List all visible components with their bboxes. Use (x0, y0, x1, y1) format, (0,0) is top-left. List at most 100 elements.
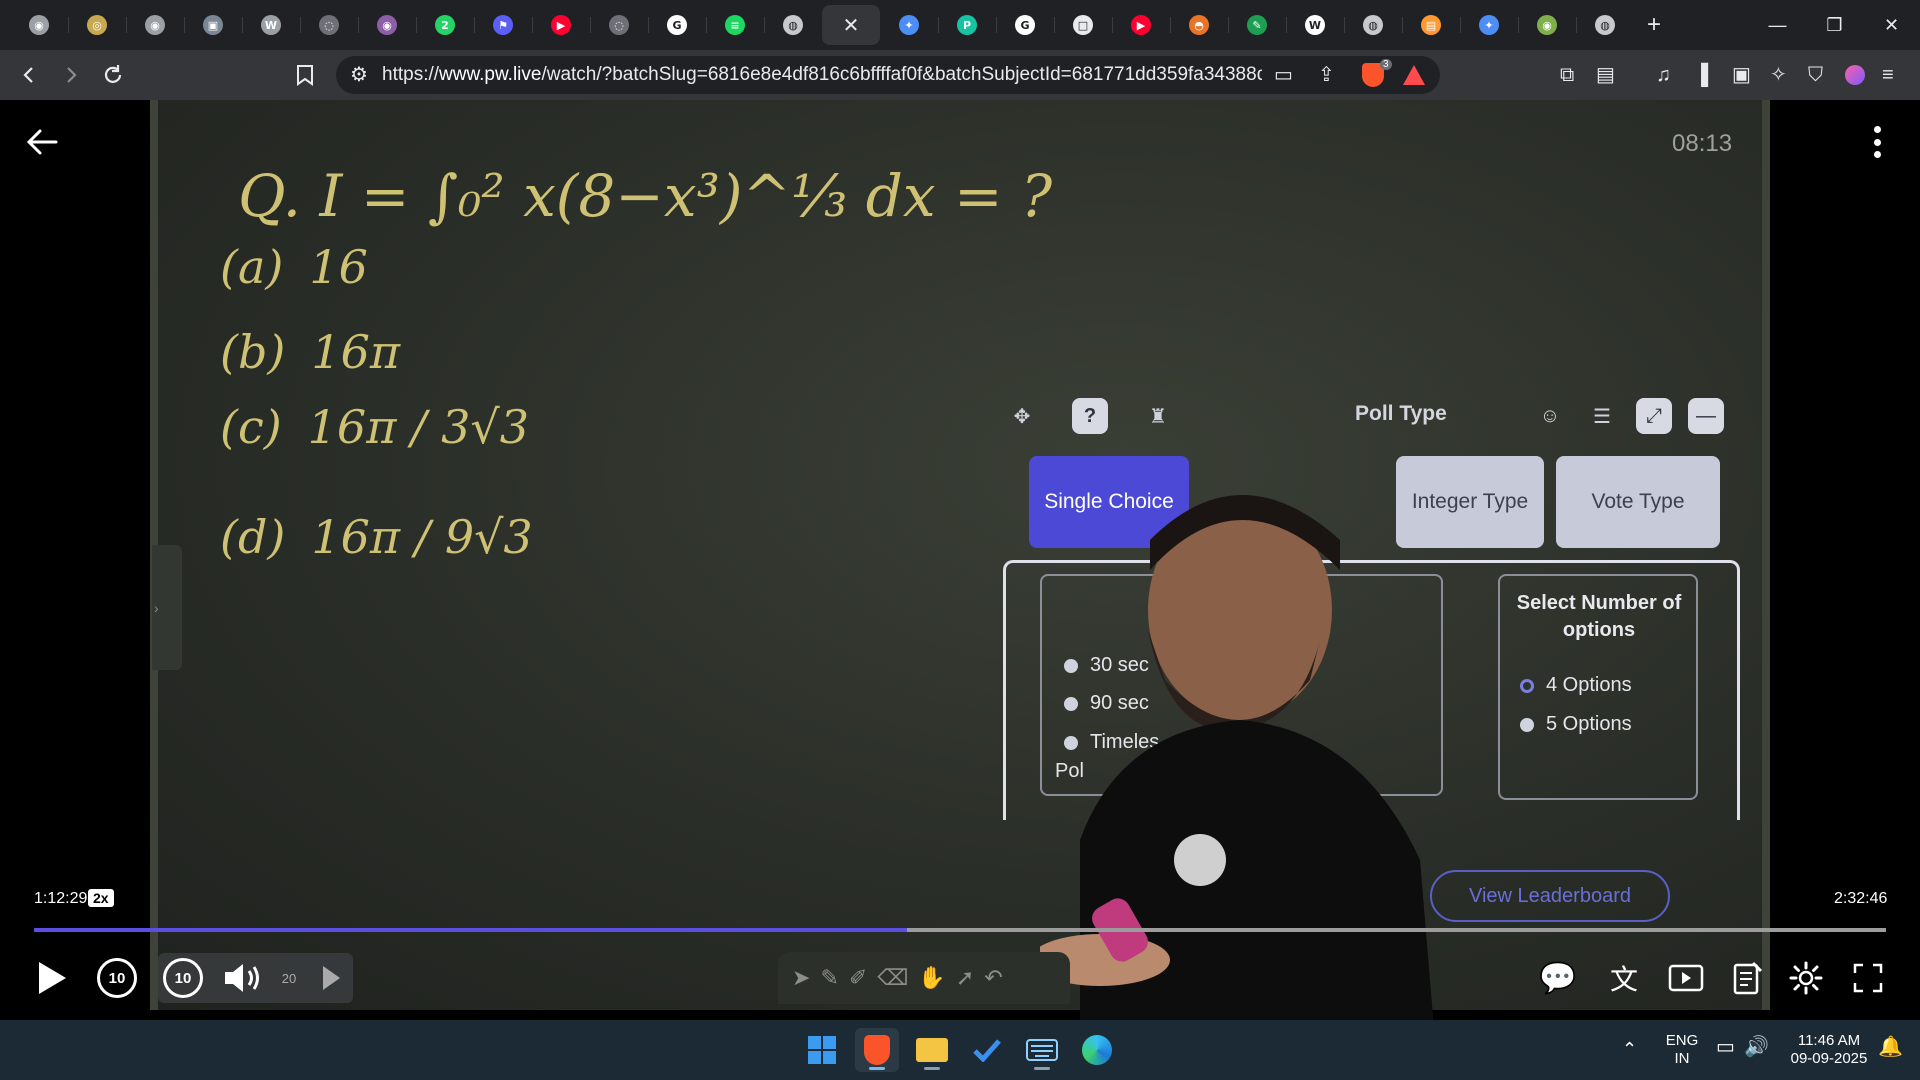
forward-10-button[interactable]: 10 (160, 955, 206, 1001)
tab-app-7[interactable]: ◉ (358, 5, 416, 45)
tab-app-22[interactable]: ✎ (1228, 5, 1286, 45)
vpn-icon[interactable]: ⛉ (1808, 62, 1823, 88)
question-icon[interactable]: ? (1072, 398, 1108, 434)
chat-icon[interactable]: ☰ (1584, 398, 1620, 434)
poll-type-vote[interactable]: Vote Type (1556, 456, 1720, 548)
move-icon[interactable]: ✥ (1004, 398, 1040, 434)
language-indicator[interactable]: ENG IN (1662, 1032, 1702, 1068)
cast-icon[interactable]: ▭ (1274, 62, 1293, 88)
select-number-title: Select Number of options (1516, 592, 1682, 641)
tab-app-27[interactable]: ◉ (1518, 5, 1576, 45)
folder-icon (916, 1038, 948, 1062)
minimize-button[interactable]: — (1749, 0, 1806, 50)
tab-globe-1[interactable]: ◍ (764, 5, 822, 45)
reload-button[interactable] (94, 56, 132, 94)
poll-timer: 08:13 (1672, 130, 1733, 157)
expand-icon[interactable]: ⤢ (1636, 398, 1672, 434)
tab-spotify[interactable]: ≡ (706, 5, 764, 45)
media-icon[interactable]: ♫ (1656, 62, 1671, 88)
volume-tray-icon[interactable]: 🔊 (1744, 1037, 1769, 1057)
back-button[interactable] (10, 56, 48, 94)
wallet-icon[interactable]: ▣ (1732, 62, 1751, 88)
notes-button[interactable] (1728, 955, 1768, 1001)
tab-gemini-1[interactable]: ✦ (880, 5, 938, 45)
tab-india[interactable]: ▤ (1402, 5, 1460, 45)
restore-button[interactable]: ❐ (1806, 0, 1863, 50)
fullscreen-button[interactable] (1848, 955, 1888, 1001)
forward-button[interactable] (52, 56, 90, 94)
number-option-5[interactable]: 5 Options (1520, 713, 1632, 736)
menu-icon[interactable]: ≡ (1882, 62, 1894, 88)
tab-app-17[interactable]: P (938, 5, 996, 45)
new-tab-button[interactable]: + (1634, 11, 1674, 39)
taskbar-todo[interactable] (965, 1028, 1009, 1072)
seek-bar[interactable] (34, 928, 1886, 932)
tab-wikipedia[interactable]: W (1286, 5, 1344, 45)
tab-whatsapp[interactable]: 2 (416, 5, 474, 45)
tab-w3schools[interactable]: W (242, 5, 300, 45)
captions-button[interactable]: 20 (274, 955, 304, 1001)
feedback-icon[interactable]: ☺ (1532, 398, 1568, 434)
network-icon[interactable]: ▭ (1716, 1037, 1735, 1057)
brave-rewards-icon[interactable] (1403, 65, 1425, 85)
notification-bell-icon[interactable]: 🔔 (1878, 1037, 1903, 1057)
tab-app-11[interactable]: ◌ (590, 5, 648, 45)
minimize-poll-icon[interactable]: — (1688, 398, 1724, 434)
chatgpt-favicon-icon: ◉ (29, 15, 49, 35)
tab-globe-3[interactable]: ◍ (1576, 5, 1634, 45)
tab-google-2[interactable]: G (996, 5, 1054, 45)
taskbar-file-explorer[interactable] (910, 1028, 954, 1072)
tab-app-6[interactable]: ◌ (300, 5, 358, 45)
tab-youtube-2[interactable]: ▶ (1112, 5, 1170, 45)
tab-youtube-1[interactable]: ▶ (532, 5, 590, 45)
reader-icon[interactable]: ▤ (1596, 62, 1615, 88)
tab-chatgpt[interactable]: ◉ (10, 5, 68, 45)
clock[interactable]: 11:46 AM 09-09-2025 (1784, 1032, 1874, 1068)
pen-icon: ✎ (820, 965, 839, 990)
share-icon[interactable]: ⇪ (1318, 62, 1335, 88)
chat-button[interactable]: 💬 (1538, 955, 1578, 1001)
play-button[interactable] (32, 955, 72, 1001)
speed-badge[interactable]: 2x (88, 889, 114, 907)
url-text[interactable]: https://www.pw.live/watch/?batchSlug=681… (382, 56, 1262, 94)
profile-avatar[interactable] (1845, 65, 1865, 85)
video-player[interactable]: › Q. I = ∫₀² x(8−x³)^⅓ dx = ? (a) 16 (b) 16… (0, 100, 1920, 1020)
more-options-icon[interactable] (1864, 122, 1890, 162)
settings-button[interactable] (1786, 955, 1826, 1001)
extensions-icon[interactable]: ⧉ (1560, 62, 1574, 88)
start-button[interactable] (800, 1028, 844, 1072)
tab-app-19[interactable]: □ (1054, 5, 1112, 45)
tab-google-1[interactable]: G (648, 5, 706, 45)
translate-button[interactable]: 文 (1604, 955, 1644, 1001)
leo-ai-icon[interactable]: ✧ (1770, 62, 1787, 88)
taskbar-brave[interactable] (855, 1028, 899, 1072)
tab-globe-2[interactable]: ◍ (1344, 5, 1402, 45)
tab-app-4[interactable]: ▣ (184, 5, 242, 45)
next-button[interactable] (316, 955, 346, 1001)
tab-gemini-2[interactable]: ✦ (1460, 5, 1518, 45)
leaderboard-icon[interactable]: ♜ (1140, 398, 1176, 434)
eraser-icon: ⌫ (877, 965, 909, 990)
total-time: 2:32:46 (1834, 890, 1888, 907)
player-back-button[interactable] (22, 122, 62, 162)
address-bar[interactable]: ⚙ https://www.pw.live/watch/?batchSlug=6… (336, 56, 1440, 94)
tab-app-3[interactable]: ◉ (126, 5, 184, 45)
site-settings-icon[interactable]: ⚙ (350, 62, 368, 88)
tab-bookmark[interactable]: ⚑ (474, 5, 532, 45)
pointer-icon: ➤ (792, 965, 811, 990)
show-hidden-icons[interactable]: ⌃ (1622, 1040, 1637, 1058)
taskbar-edge[interactable] (1075, 1028, 1119, 1072)
volume-button[interactable] (220, 955, 266, 1001)
number-option-4[interactable]: 4 Options (1520, 674, 1632, 697)
bookmark-button[interactable] (286, 56, 324, 94)
close-tab-icon[interactable]: ✕ (843, 13, 860, 38)
tab-active[interactable]: ✕ (822, 5, 880, 45)
close-window-button[interactable]: ✕ (1863, 0, 1920, 50)
rewind-10-button[interactable]: 10 (94, 955, 140, 1001)
sidebar-icon[interactable]: ▐ (1694, 62, 1708, 88)
tab-app-2[interactable]: ◎ (68, 5, 126, 45)
tab-app-21[interactable]: ◓ (1170, 5, 1228, 45)
view-leaderboard-button[interactable]: View Leaderboard (1430, 870, 1670, 922)
taskbar-keyboard[interactable] (1020, 1028, 1064, 1072)
video-mode-button[interactable] (1666, 955, 1706, 1001)
